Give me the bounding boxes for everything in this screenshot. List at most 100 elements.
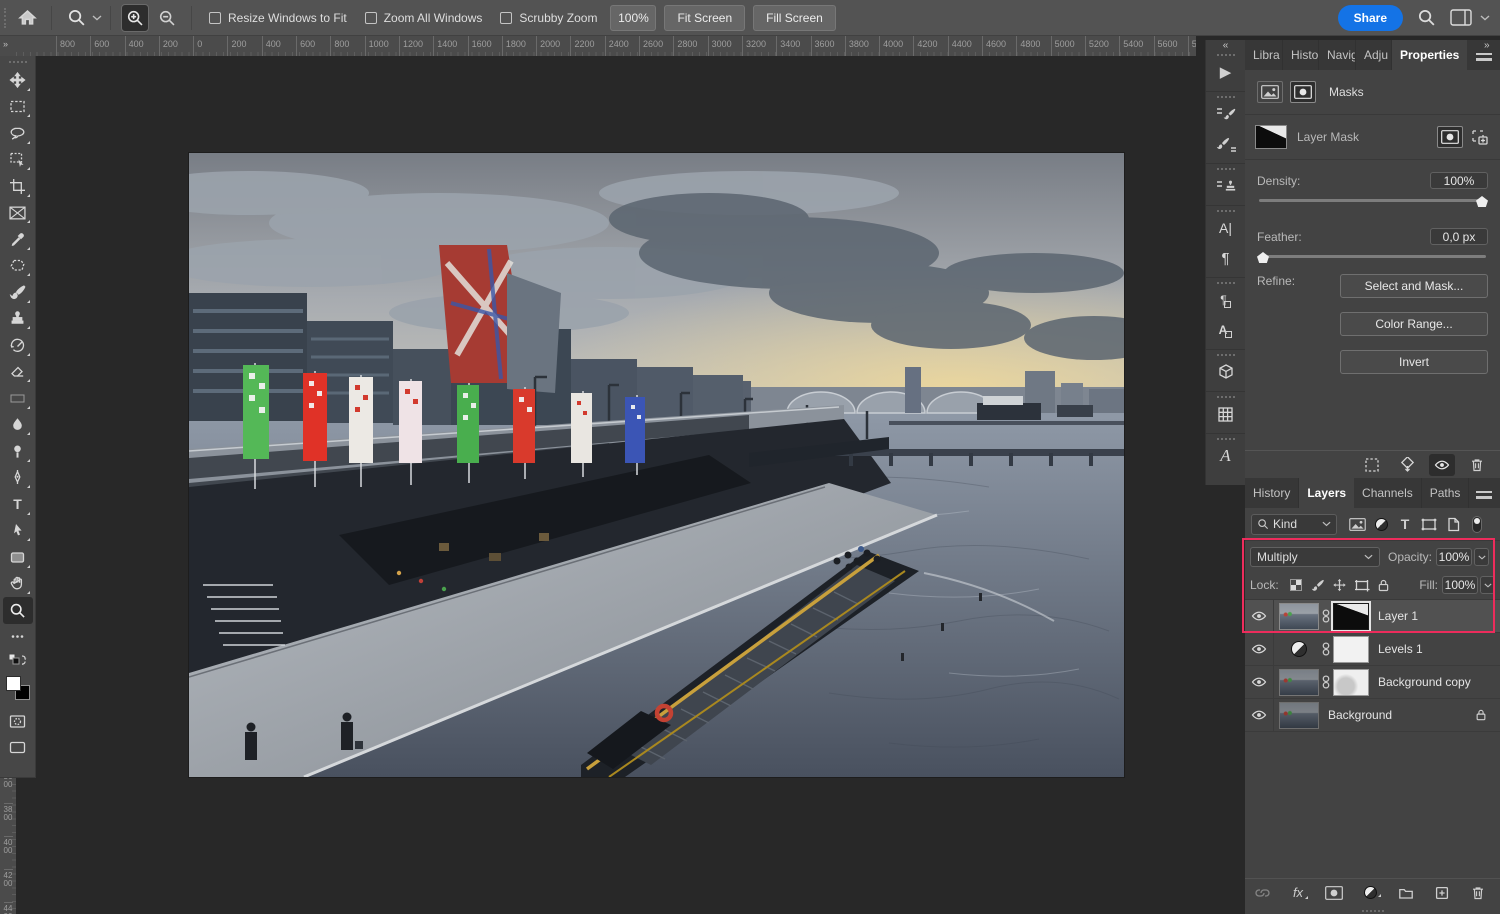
home-button[interactable] xyxy=(13,4,41,32)
mask-mode-icon[interactable] xyxy=(1290,81,1316,103)
blur-tool[interactable] xyxy=(3,412,33,439)
layer-row-background-copy[interactable]: Background copy xyxy=(1245,666,1500,699)
layer-thumbnail[interactable] xyxy=(1279,603,1319,630)
ruler-corner-chevrons[interactable]: » xyxy=(0,36,16,56)
marquee-tool[interactable] xyxy=(3,94,33,121)
filter-shape-layers-icon[interactable] xyxy=(1417,518,1441,531)
expand-panels-icon[interactable]: » xyxy=(1484,40,1490,51)
layer-visibility-icon[interactable] xyxy=(1245,633,1274,665)
tab-properties[interactable]: Properties xyxy=(1392,40,1467,70)
select-mask-icon[interactable] xyxy=(1437,126,1463,148)
zoom-all-windows-checkbox[interactable]: Zoom All Windows xyxy=(365,11,483,25)
zoom-out-button[interactable] xyxy=(153,4,181,32)
brushes-panel-icon[interactable] xyxy=(1209,129,1243,159)
panel-menu-icon[interactable] xyxy=(1476,53,1492,61)
add-vector-mask-icon[interactable] xyxy=(1470,128,1490,146)
type-tool[interactable]: T xyxy=(3,491,33,518)
gradient-tool[interactable] xyxy=(3,385,33,412)
tab-adjustments[interactable]: Adju xyxy=(1356,40,1392,70)
link-layers-icon[interactable] xyxy=(1249,882,1275,904)
workspace-icon[interactable] xyxy=(1450,9,1472,26)
layer-name[interactable]: Background copy xyxy=(1378,675,1471,689)
brush-settings-panel-icon[interactable] xyxy=(1209,99,1243,129)
tab-channels[interactable]: Channels xyxy=(1354,478,1422,508)
layer-name[interactable]: Levels 1 xyxy=(1378,642,1423,656)
frame-tool[interactable] xyxy=(3,200,33,227)
new-adjustment-layer-icon[interactable] xyxy=(1357,882,1383,904)
fill-value[interactable]: 100% xyxy=(1442,576,1478,594)
lock-position-icon[interactable] xyxy=(1329,578,1351,593)
kind-filter-dropdown[interactable]: Kind xyxy=(1251,514,1337,535)
foreground-color-swatch[interactable] xyxy=(6,676,21,691)
foreground-background-swatches[interactable] xyxy=(6,676,30,700)
add-layer-mask-icon[interactable] xyxy=(1321,882,1347,904)
layer-mask-thumbnail[interactable] xyxy=(1333,669,1369,696)
density-slider-knob[interactable] xyxy=(1476,196,1488,207)
select-and-mask-button[interactable]: Select and Mask... xyxy=(1340,274,1488,298)
mask-link-icon[interactable] xyxy=(1322,674,1330,690)
zoom-tool-icon[interactable] xyxy=(62,4,90,32)
opacity-value[interactable]: 100% xyxy=(1436,548,1472,566)
blend-mode-dropdown[interactable]: Multiply xyxy=(1250,547,1380,567)
brush-tool[interactable] xyxy=(3,279,33,306)
pixel-layer-icon[interactable] xyxy=(1257,81,1283,103)
delete-mask-icon[interactable] xyxy=(1464,454,1490,476)
checkbox-icon[interactable] xyxy=(500,12,512,24)
screen-mode-button[interactable] xyxy=(3,735,33,762)
layer-thumbnail[interactable] xyxy=(1279,702,1319,729)
zoom-tool[interactable] xyxy=(3,597,33,624)
edit-toolbar-button[interactable] xyxy=(3,624,33,651)
filter-toggle-switch[interactable] xyxy=(1465,516,1489,533)
mask-link-icon[interactable] xyxy=(1322,641,1330,657)
hand-tool[interactable] xyxy=(3,571,33,598)
eraser-tool[interactable] xyxy=(3,359,33,386)
glyphs-panel-icon[interactable]: A xyxy=(1209,441,1243,471)
dodge-tool[interactable] xyxy=(3,438,33,465)
layer-row-levels-1[interactable]: Levels 1 xyxy=(1245,633,1500,666)
new-group-icon[interactable] xyxy=(1393,882,1419,904)
lock-artboard-icon[interactable] xyxy=(1351,579,1373,592)
swap-colors-button[interactable] xyxy=(3,650,33,670)
actions-panel-icon[interactable]: ▶ xyxy=(1209,57,1243,87)
tab-paths[interactable]: Paths xyxy=(1422,478,1470,508)
lock-paint-icon[interactable] xyxy=(1307,578,1329,593)
layer-visibility-icon[interactable] xyxy=(1245,600,1274,632)
lock-transparency-icon[interactable] xyxy=(1285,579,1307,591)
layer-row-layer-1[interactable]: Layer 1 xyxy=(1245,600,1500,633)
layer-row-background[interactable]: Background xyxy=(1245,699,1500,732)
filter-smart-objects-icon[interactable] xyxy=(1441,517,1465,532)
layer-locked-icon[interactable] xyxy=(1474,708,1488,722)
panel-menu-icon[interactable] xyxy=(1476,491,1492,499)
eyedropper-tool[interactable] xyxy=(3,226,33,253)
share-button[interactable]: Share xyxy=(1338,5,1403,31)
toolbar-grip[interactable] xyxy=(9,61,27,64)
panel-resize-grip[interactable] xyxy=(1362,910,1384,912)
feather-slider-knob[interactable] xyxy=(1257,252,1269,263)
checkbox-icon[interactable] xyxy=(365,12,377,24)
density-slider[interactable] xyxy=(1259,199,1486,202)
fill-screen-button[interactable]: Fill Screen xyxy=(753,5,836,31)
density-value[interactable]: 100% xyxy=(1430,172,1488,189)
layer-name[interactable]: Layer 1 xyxy=(1378,609,1418,623)
resize-windows-checkbox[interactable]: Resize Windows to Fit xyxy=(209,11,347,25)
adjustment-layer-icon[interactable] xyxy=(1291,641,1307,657)
zoom-tool-chevron-icon[interactable] xyxy=(92,15,102,21)
mask-visibility-icon[interactable] xyxy=(1429,454,1455,476)
scrubby-zoom-checkbox[interactable]: Scrubby Zoom xyxy=(500,11,597,25)
collapse-panels-icon[interactable]: « xyxy=(1223,40,1229,54)
path-selection-tool[interactable] xyxy=(3,518,33,545)
layer-name[interactable]: Background xyxy=(1328,708,1392,722)
fill-chevron-icon[interactable] xyxy=(1480,576,1495,594)
object-selection-tool[interactable] xyxy=(3,147,33,174)
character-panel-icon[interactable]: A| xyxy=(1209,213,1243,243)
feather-slider[interactable] xyxy=(1259,255,1486,258)
filter-type-layers-icon[interactable]: T xyxy=(1393,516,1417,532)
move-tool[interactable] xyxy=(3,67,33,94)
filter-adjustment-layers-icon[interactable] xyxy=(1369,518,1393,531)
load-selection-icon[interactable] xyxy=(1359,454,1385,476)
layer-mask-thumbnail[interactable] xyxy=(1255,125,1287,149)
layer-thumbnail[interactable] xyxy=(1279,669,1319,696)
search-icon[interactable] xyxy=(1417,8,1436,27)
layer-visibility-icon[interactable] xyxy=(1245,699,1274,731)
opacity-chevron-icon[interactable] xyxy=(1474,548,1489,566)
